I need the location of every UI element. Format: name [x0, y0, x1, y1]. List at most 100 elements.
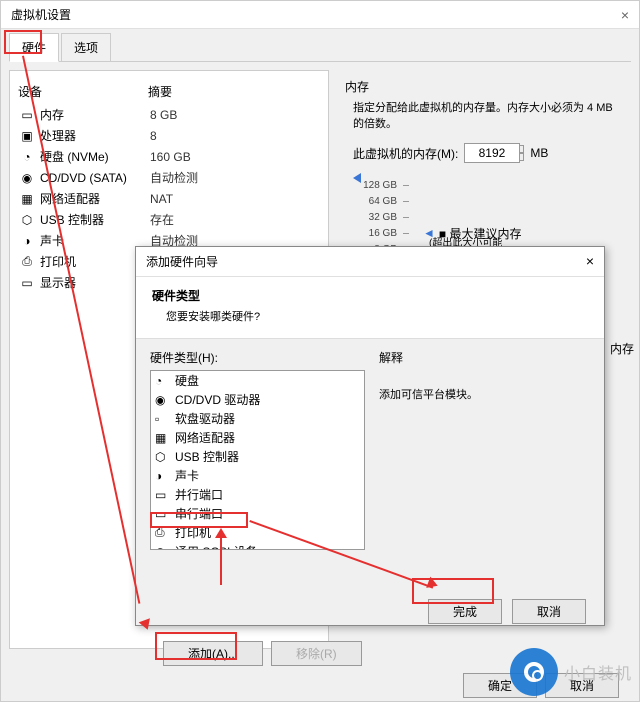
- tab-options[interactable]: 选项: [61, 33, 111, 61]
- wizard-header: 硬件类型 您要安装哪类硬件?: [136, 277, 604, 339]
- wizard-title: 添加硬件向导: [146, 253, 218, 270]
- scale-tick-icon: [403, 185, 409, 186]
- hardware-type-item[interactable]: ⬡ USB 控制器: [151, 447, 364, 466]
- hardware-type-item[interactable]: ◉ CD/DVD 驱动器: [151, 390, 364, 409]
- hw-type-icon: ▭: [155, 507, 171, 521]
- scale-label: 32 GB: [353, 212, 397, 223]
- hardware-type-item[interactable]: ▫软盘驱动器: [151, 409, 364, 428]
- col-summary: 摘要: [148, 83, 172, 100]
- device-name: 显示器: [40, 274, 150, 291]
- scale-row: 128 GB: [353, 177, 623, 193]
- wizard-body: 硬件类型(H): ◔ 硬盘 ◉ CD/DVD 驱动器▫软盘驱动器 ▦ 网络适配器 ⬡ USB …: [136, 339, 604, 589]
- memory-group-label: 内存: [345, 78, 623, 95]
- device-summary: 自动检测: [150, 169, 198, 186]
- hw-type-label: 硬盘: [175, 372, 199, 389]
- memory-input[interactable]: [464, 143, 520, 163]
- scale-row: 64 GB: [353, 193, 623, 209]
- hardware-type-item[interactable]: ◎ 通用 SCSI 设备: [151, 542, 364, 550]
- watermark-logo-icon: [510, 648, 558, 696]
- hw-type-icon: ◔: [155, 374, 171, 388]
- finish-button[interactable]: 完成: [428, 599, 502, 624]
- device-row[interactable]: ▦ 网络适配器NAT: [18, 188, 320, 209]
- title-bar: 虚拟机设置 ×: [1, 1, 639, 29]
- watermark: 小白装机: [510, 648, 632, 696]
- hw-type-label: 网络适配器: [175, 429, 235, 446]
- explain-text: 添加可信平台模块。: [379, 386, 590, 402]
- device-row[interactable]: ◉CD/DVD (SATA)自动检测: [18, 167, 320, 188]
- wizard-title-bar: 添加硬件向导 ×: [136, 247, 604, 277]
- device-name: 处理器: [40, 127, 150, 144]
- device-summary: 存在: [150, 211, 174, 228]
- right-memory-label: 内存: [610, 340, 634, 357]
- device-icon: ⎙: [18, 255, 36, 269]
- hardware-type-list[interactable]: ◔ 硬盘 ◉ CD/DVD 驱动器▫软盘驱动器 ▦ 网络适配器 ⬡ USB 控制器◑声卡 ▭ 并行…: [150, 370, 365, 550]
- tab-hardware[interactable]: 硬件: [9, 33, 59, 62]
- device-summary: 8 GB: [150, 108, 177, 122]
- hw-type-label: 并行端口: [175, 486, 223, 503]
- col-device: 设备: [18, 83, 148, 100]
- device-row[interactable]: ◔ 硬盘 (NVMe)160 GB: [18, 146, 320, 167]
- scale-tick-icon: [403, 233, 409, 234]
- add-hardware-wizard: 添加硬件向导 × 硬件类型 您要安装哪类硬件? 硬件类型(H): ◔ 硬盘 ◉ CD/…: [135, 246, 605, 626]
- explain-label: 解释: [379, 349, 590, 366]
- hardware-type-item[interactable]: ▦ 网络适配器: [151, 428, 364, 447]
- hw-list-label: 硬件类型(H):: [150, 349, 365, 366]
- close-icon[interactable]: ×: [586, 253, 594, 270]
- device-row[interactable]: ▭ 内存8 GB: [18, 104, 320, 125]
- device-icon: ◔: [18, 150, 36, 164]
- hw-type-label: CD/DVD 驱动器: [175, 391, 260, 408]
- device-header: 设备 摘要: [18, 79, 320, 104]
- remove-button: 移除(R): [271, 641, 362, 666]
- hw-type-icon: ▫: [155, 412, 171, 426]
- hardware-type-item[interactable]: ◑声卡: [151, 466, 364, 485]
- hw-type-label: 声卡: [175, 467, 199, 484]
- hw-type-icon: ▦: [155, 431, 171, 445]
- device-icon: ▣: [18, 129, 36, 143]
- memory-scale: 128 GB64 GB32 GB16 GB◄■ 最大建议内存8 GB(超出此大小…: [353, 177, 623, 257]
- hw-type-icon: ▭: [155, 488, 171, 502]
- device-row[interactable]: ▣ 处理器8: [18, 125, 320, 146]
- hardware-type-item[interactable]: ◔ 硬盘: [151, 371, 364, 390]
- tabs: 硬件 选项: [9, 33, 631, 62]
- memory-field-label: 此虚拟机的内存(M):: [353, 145, 458, 162]
- hardware-type-item[interactable]: ⎙打印机: [151, 523, 364, 542]
- device-icon: ⬡: [18, 213, 36, 227]
- hw-type-label: 串行端口: [175, 505, 223, 522]
- hw-type-icon: ◉: [155, 393, 171, 407]
- device-summary: 160 GB: [150, 150, 191, 164]
- device-name: 打印机: [40, 253, 150, 270]
- hardware-type-item[interactable]: ▭ 串行端口: [151, 504, 364, 523]
- device-icon: ▦: [18, 192, 36, 206]
- hw-type-icon: ◎: [155, 545, 171, 551]
- add-button[interactable]: 添加(A)...: [163, 641, 263, 666]
- watermark-text: 小白装机: [564, 660, 632, 684]
- wizard-left: 硬件类型(H): ◔ 硬盘 ◉ CD/DVD 驱动器▫软盘驱动器 ▦ 网络适配器 ⬡ USB …: [150, 349, 365, 579]
- hardware-type-item[interactable]: ▭ 并行端口: [151, 485, 364, 504]
- device-icon: ▭: [18, 108, 36, 122]
- device-name: 网络适配器: [40, 190, 150, 207]
- device-name: 硬盘 (NVMe): [40, 148, 150, 165]
- memory-unit: MB: [530, 146, 548, 160]
- wizard-header-sub: 您要安装哪类硬件?: [166, 308, 588, 324]
- hw-type-label: USB 控制器: [175, 448, 239, 465]
- dialog-title: 虚拟机设置: [11, 6, 71, 23]
- wizard-cancel-button[interactable]: 取消: [512, 599, 586, 624]
- scale-row: 32 GB: [353, 209, 623, 225]
- hw-type-label: 打印机: [175, 524, 211, 541]
- device-icon: ◉: [18, 171, 36, 185]
- wizard-header-title: 硬件类型: [152, 287, 588, 304]
- memory-input-row: 此虚拟机的内存(M): ▲▼ MB: [353, 143, 623, 163]
- scale-label: 64 GB: [353, 196, 397, 207]
- memory-desc: 指定分配给此虚拟机的内存量。内存大小必须为 4 MB 的倍数。: [353, 99, 623, 131]
- hw-type-label: 通用 SCSI 设备: [175, 543, 258, 550]
- device-action-buttons: 添加(A)... 移除(R): [163, 641, 362, 666]
- wizard-right: 解释 添加可信平台模块。: [379, 349, 590, 579]
- close-icon[interactable]: ×: [621, 7, 629, 23]
- device-summary: 8: [150, 129, 157, 143]
- device-name: 内存: [40, 106, 150, 123]
- hw-type-icon: ⬡: [155, 450, 171, 464]
- scale-tick-icon: [403, 217, 409, 218]
- device-summary: NAT: [150, 192, 173, 206]
- device-row[interactable]: ⬡USB 控制器存在: [18, 209, 320, 230]
- scale-tick-icon: [403, 201, 409, 202]
